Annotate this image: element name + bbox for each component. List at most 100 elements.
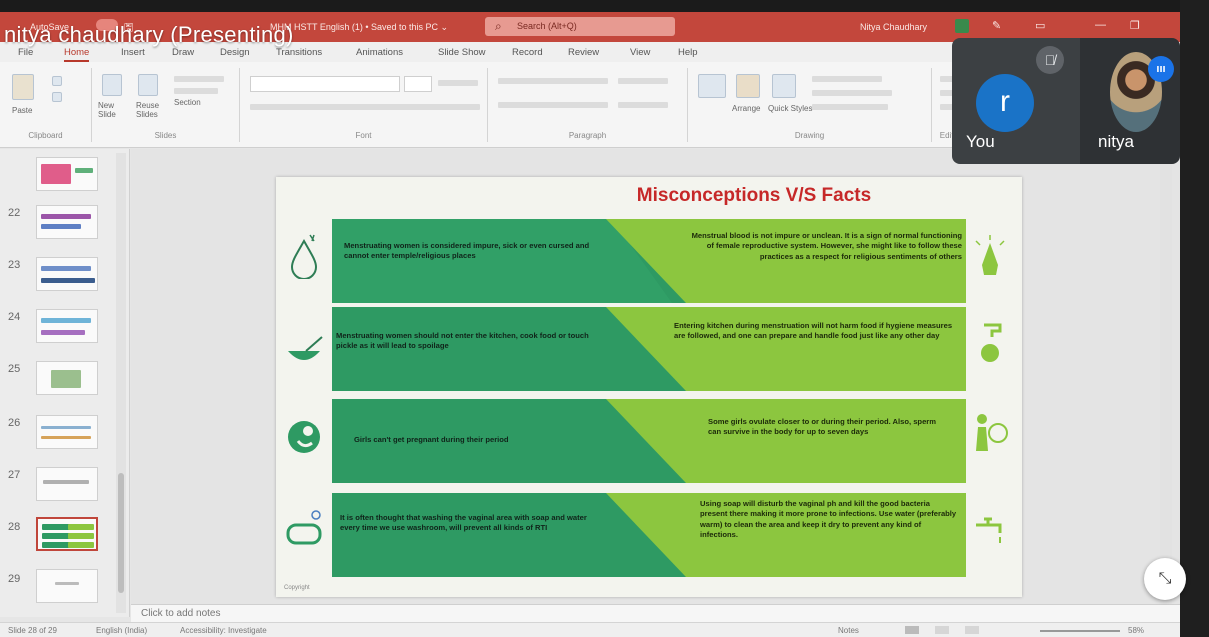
pen-icon[interactable]: ✎	[992, 19, 1001, 32]
myth-fact-row: Girls can't get pregnant during their pe…	[276, 399, 1022, 487]
drop-icon	[290, 234, 318, 279]
fact-text[interactable]: Entering kitchen during menstruation wil…	[674, 321, 956, 342]
participant-tile-nitya[interactable]: ııı nitya	[1080, 38, 1180, 164]
reuse-slides-icon[interactable]	[138, 74, 158, 96]
font-family-select[interactable]	[250, 76, 400, 92]
slide-thumbnail-current[interactable]	[36, 517, 98, 551]
user-name[interactable]: Nitya Chaudhary	[860, 22, 927, 32]
maximize-icon[interactable]: ❐	[1130, 19, 1140, 32]
participant-tile-self[interactable]: r 🎙̸ You	[952, 38, 1080, 164]
slide-thumbnail[interactable]	[36, 361, 98, 395]
font-grow-shrink[interactable]	[438, 80, 478, 86]
smartart-button[interactable]	[618, 102, 668, 108]
fact-text[interactable]: Using soap will disturb the vaginal ph a…	[700, 499, 958, 540]
tab-help[interactable]: Help	[678, 47, 698, 58]
notes-pane[interactable]: Click to add notes	[131, 604, 1180, 622]
quick-styles-icon[interactable]	[772, 74, 796, 98]
shape-effects-button[interactable]	[812, 104, 888, 110]
myth-fact-row: Menstruating women should not enter the …	[276, 307, 1022, 395]
search-icon: ⌕	[495, 19, 502, 33]
fact-box	[606, 399, 966, 483]
myth-text[interactable]: Girls can't get pregnant during their pe…	[354, 435, 604, 445]
fetus-icon	[288, 421, 320, 453]
font-format-buttons[interactable]	[250, 104, 480, 110]
paste-icon[interactable]	[12, 74, 34, 100]
align-buttons[interactable]	[498, 102, 608, 108]
cut-icon[interactable]	[52, 76, 62, 86]
arrange-icon[interactable]	[736, 74, 760, 98]
slide-thumbnail[interactable]	[36, 415, 98, 449]
tab-slide-show[interactable]: Slide Show	[438, 47, 486, 58]
notes-placeholder[interactable]: Click to add notes	[141, 608, 221, 619]
shape-fill-button[interactable]	[812, 76, 882, 82]
thumbnail-scrollbar[interactable]	[116, 153, 126, 613]
notes-toggle[interactable]: Notes	[838, 626, 859, 635]
participant-name: nitya	[1098, 132, 1134, 151]
ribbon-group-font: Font	[240, 68, 488, 142]
slide-thumbnail[interactable]	[36, 257, 98, 291]
meet-side-strip	[1180, 0, 1209, 637]
font-size-select[interactable]	[404, 76, 432, 92]
tab-home[interactable]: Home	[64, 47, 90, 62]
zoom-slider[interactable]	[1040, 630, 1120, 632]
zoom-level[interactable]: 58%	[1128, 626, 1144, 635]
tab-record[interactable]: Record	[512, 47, 543, 58]
new-slide-icon[interactable]	[102, 74, 122, 96]
slide-title[interactable]: Misconceptions V/S Facts	[276, 185, 1022, 207]
tap-washing-icon	[981, 323, 1002, 362]
slide-thumbnail[interactable]	[36, 309, 98, 343]
praying-hands-icon	[975, 235, 1005, 275]
shape-outline-button[interactable]	[812, 90, 892, 96]
layout-button[interactable]	[174, 76, 224, 82]
accessibility-checker[interactable]: Accessibility: Investigate	[180, 626, 267, 635]
section-button[interactable]: Section	[174, 98, 201, 107]
soap-icon	[286, 510, 322, 545]
shapes-icon[interactable]	[698, 74, 726, 98]
slide-sorter-icon[interactable]	[935, 626, 949, 634]
fact-box	[606, 307, 966, 391]
slide-editing-area: Misconceptions V/S Facts Menstruating wo	[131, 149, 1180, 604]
tab-animations[interactable]: Animations	[356, 47, 403, 58]
collapse-icon[interactable]: ⤡	[1144, 558, 1186, 600]
normal-view-icon[interactable]	[905, 626, 919, 634]
slide-counter: Slide 28 of 29	[8, 626, 57, 635]
slide-thumbnail[interactable]	[36, 569, 98, 603]
tab-insert[interactable]: Insert	[121, 47, 145, 58]
presenter-banner: nitya chaudhary (Presenting)	[4, 22, 294, 47]
document-title[interactable]: MHM HSTT English (1) • Saved to this PC …	[270, 22, 448, 33]
fact-text[interactable]: Menstrual blood is not impure or unclean…	[684, 231, 962, 262]
user-avatar[interactable]	[955, 19, 969, 33]
myth-text[interactable]: Menstruating women should not enter the …	[336, 331, 598, 352]
fact-text[interactable]: Some girls ovulate closer to or during t…	[708, 417, 948, 438]
slide-thumbnail-pane: 22 23 24 25 26 27 28 29	[0, 149, 130, 617]
search-input[interactable]: ⌕ Search (Alt+Q)	[485, 17, 675, 36]
status-bar: Slide 28 of 29 English (India) Accessibi…	[0, 622, 1180, 637]
tab-review[interactable]: Review	[568, 47, 599, 58]
tab-file[interactable]: File	[18, 47, 33, 58]
myth-text[interactable]: It is often thought that washing the vag…	[340, 513, 594, 534]
reset-button[interactable]	[174, 88, 218, 94]
participant-name: You	[966, 132, 995, 151]
language-indicator[interactable]: English (India)	[96, 626, 147, 635]
myth-text[interactable]: Menstruating women is considered impure,…	[344, 241, 594, 262]
ribbon-group-slides: New Slide Reuse Slides Section Slides	[92, 68, 240, 142]
minimize-icon[interactable]: —	[1095, 19, 1106, 31]
slide-thumbnail[interactable]	[36, 157, 98, 191]
myth-fact-row: It is often thought that washing the vag…	[276, 493, 1022, 581]
ribbon-display-icon[interactable]: ▭	[1035, 19, 1045, 32]
copy-icon[interactable]	[52, 92, 62, 102]
text-direction-button[interactable]	[618, 78, 668, 84]
tab-transitions[interactable]: Transitions	[276, 47, 322, 58]
scrollbar-thumb[interactable]	[118, 473, 124, 593]
tab-draw[interactable]: Draw	[172, 47, 194, 58]
avatar: r	[976, 74, 1034, 132]
slide[interactable]: Misconceptions V/S Facts Menstruating wo	[276, 177, 1022, 597]
list-buttons[interactable]	[498, 78, 608, 84]
slide-thumbnail[interactable]	[36, 467, 98, 501]
tab-view[interactable]: View	[630, 47, 650, 58]
bowl-icon	[288, 336, 323, 360]
slide-scrollbar[interactable]	[1160, 149, 1172, 604]
reading-view-icon[interactable]	[965, 626, 979, 634]
tab-design[interactable]: Design	[220, 47, 250, 58]
slide-thumbnail[interactable]	[36, 205, 98, 239]
